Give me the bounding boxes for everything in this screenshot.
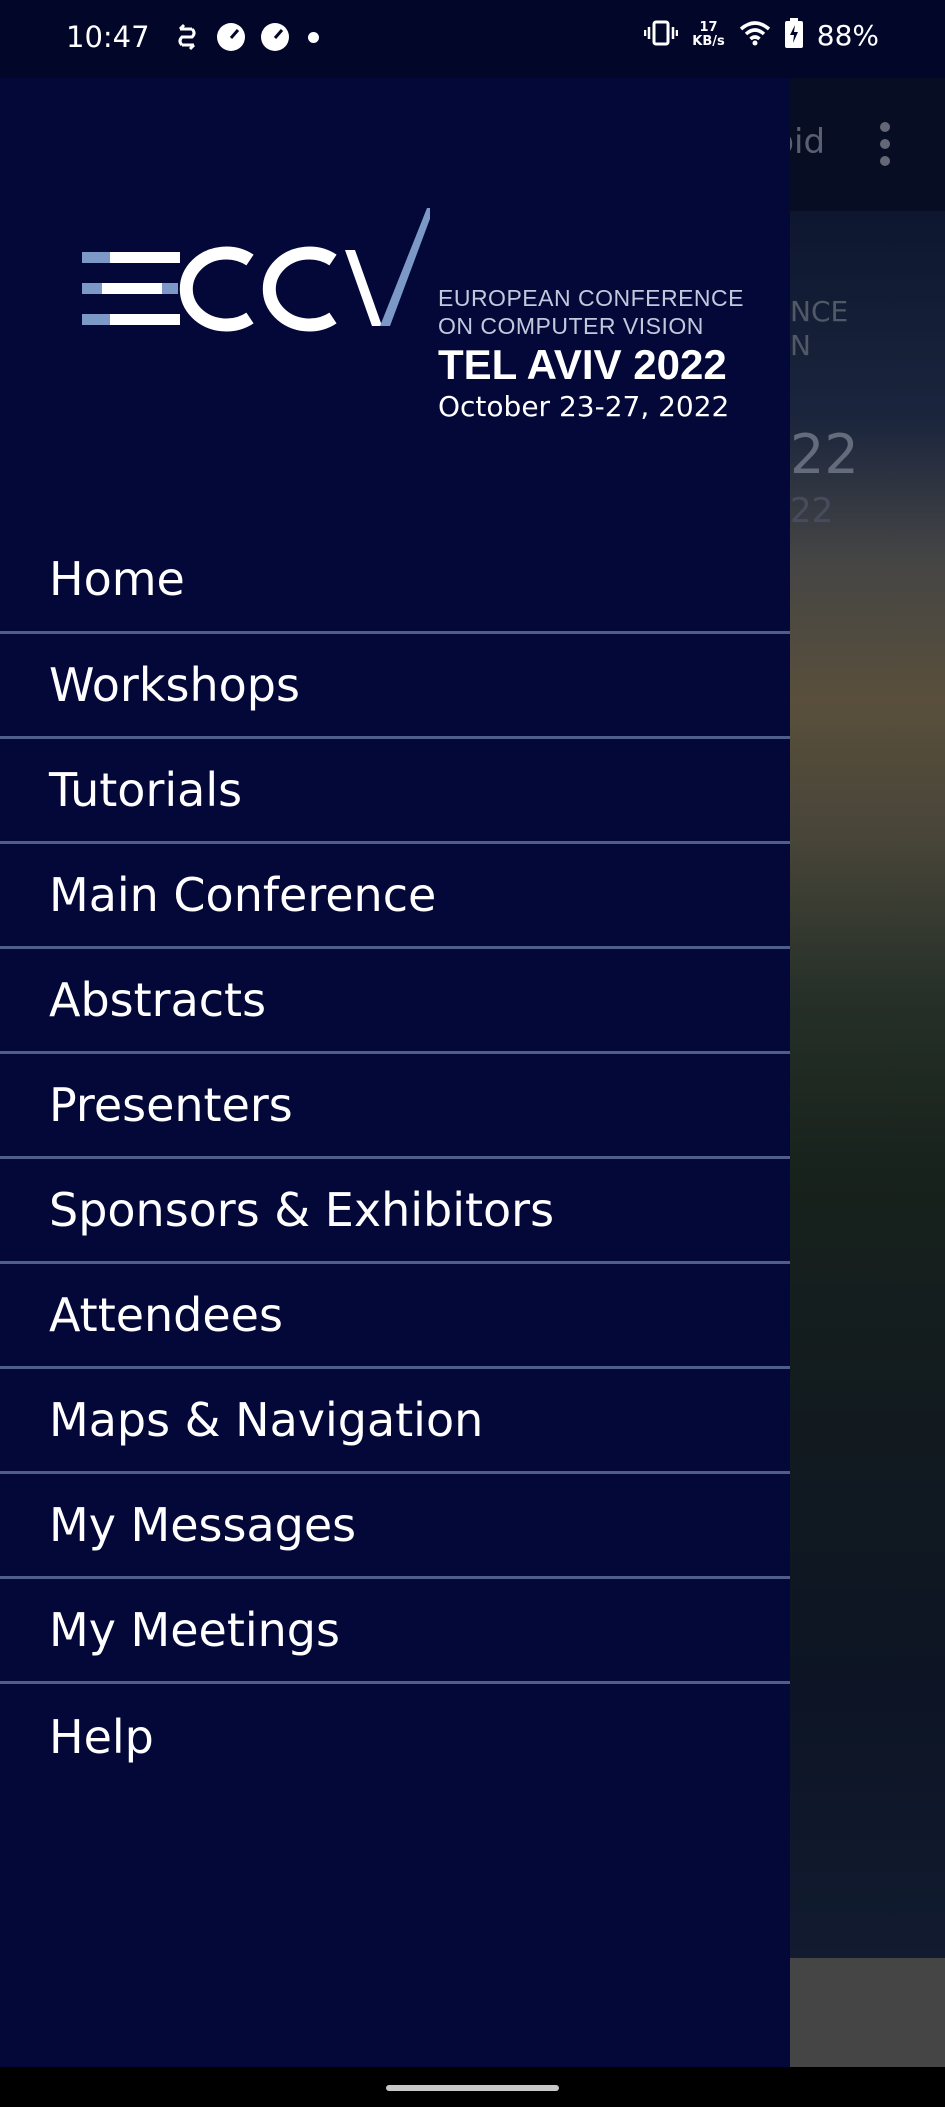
eccv-logo-mark-icon <box>82 208 430 332</box>
status-bar: 10:47 17 KB/s 88% <box>0 0 945 78</box>
menu-item-help[interactable]: Help <box>0 1684 790 1789</box>
network-speed-unit: KB/s <box>692 34 725 49</box>
speedometer-icon <box>216 22 246 52</box>
network-speed: 17 KB/s <box>692 21 724 49</box>
menu-item-my-messages[interactable]: My Messages <box>0 1474 790 1579</box>
network-speed-value: 17 <box>699 20 718 35</box>
menu-item-tutorials[interactable]: Tutorials <box>0 739 790 844</box>
more-notifications-dot-icon <box>308 31 319 43</box>
menu-item-workshops[interactable]: Workshops <box>0 634 790 739</box>
gesture-handle[interactable] <box>386 2085 559 2091</box>
logo-text: EUROPEAN CONFERENCE ON COMPUTER VISION T… <box>438 284 744 424</box>
battery-percentage: 88% <box>816 18 879 52</box>
status-time: 10:47 <box>66 20 150 54</box>
wifi-icon <box>739 20 771 50</box>
menu-item-main-conference[interactable]: Main Conference <box>0 844 790 949</box>
vibrate-icon <box>644 20 679 50</box>
system-navigation-bar <box>0 2067 945 2107</box>
menu-item-presenters[interactable]: Presenters <box>0 1054 790 1159</box>
drawer-menu: Home Workshops Tutorials Main Conference… <box>0 502 790 1789</box>
battery-charging-icon <box>784 18 803 52</box>
speedometer-icon <box>260 22 290 52</box>
eccv-logo: EUROPEAN CONFERENCE ON COMPUTER VISION T… <box>80 208 743 438</box>
menu-item-attendees[interactable]: Attendees <box>0 1264 790 1369</box>
sync-icon <box>172 22 202 52</box>
menu-item-sponsors-exhibitors[interactable]: Sponsors & Exhibitors <box>0 1159 790 1264</box>
notification-icons <box>172 22 319 52</box>
menu-item-my-meetings[interactable]: My Meetings <box>0 1579 790 1684</box>
menu-item-maps-navigation[interactable]: Maps & Navigation <box>0 1369 790 1474</box>
menu-item-abstracts[interactable]: Abstracts <box>0 949 790 1054</box>
menu-item-home[interactable]: Home <box>0 502 790 634</box>
logo-line-1: EUROPEAN CONFERENCE <box>438 285 744 311</box>
logo-line-2: ON COMPUTER VISION <box>438 313 704 339</box>
navigation-drawer: EUROPEAN CONFERENCE ON COMPUTER VISION T… <box>0 78 790 2067</box>
logo-city: TEL AVIV 2022 <box>438 341 727 388</box>
system-icons: 17 KB/s 88% <box>644 18 879 52</box>
logo-dates: October 23-27, 2022 <box>438 390 730 423</box>
